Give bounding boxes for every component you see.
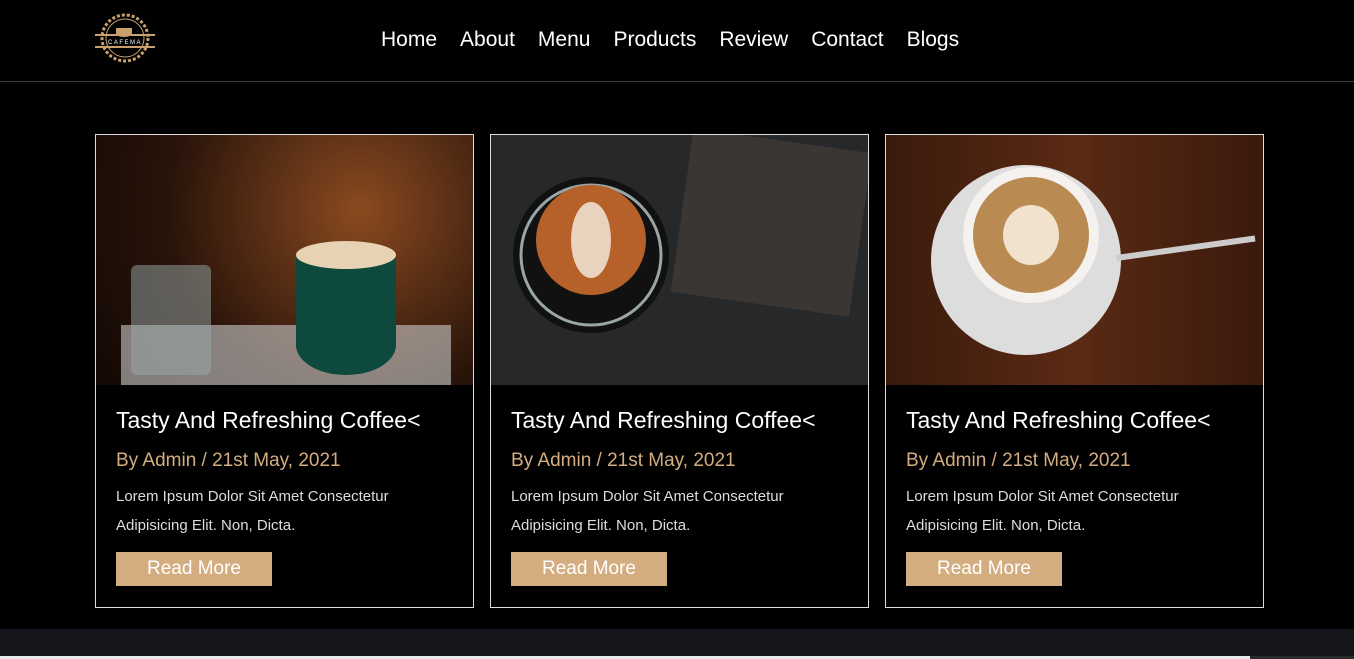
blog-description: Lorem Ipsum Dolor Sit Amet Consectetur A… bbox=[116, 488, 389, 534]
read-more-button[interactable]: Read More bbox=[511, 552, 667, 586]
footer-section bbox=[0, 629, 1354, 659]
svg-text:CAFEMA: CAFEMA bbox=[108, 40, 142, 46]
main-nav: Home About Menu Products Review Contact … bbox=[381, 28, 959, 52]
nav-contact[interactable]: Contact bbox=[811, 28, 883, 52]
nav-review[interactable]: Review bbox=[719, 28, 788, 52]
blog-card: Tasty And Refreshing Coffee< By Admin / … bbox=[490, 134, 869, 608]
nav-about[interactable]: About bbox=[460, 28, 515, 52]
nav-home[interactable]: Home bbox=[381, 28, 437, 52]
header: CAFEMA Home About Menu Products Review C… bbox=[0, 0, 1354, 82]
blog-title[interactable]: Tasty And Refreshing Coffee< bbox=[116, 407, 453, 434]
nav-blogs[interactable]: Blogs bbox=[907, 28, 960, 52]
nav-menu[interactable]: Menu bbox=[538, 28, 591, 52]
blog-cards: Tasty And Refreshing Coffee< By Admin / … bbox=[95, 134, 1264, 608]
blog-title[interactable]: Tasty And Refreshing Coffee< bbox=[906, 407, 1243, 434]
blog-card: Tasty And Refreshing Coffee< By Admin / … bbox=[885, 134, 1264, 608]
read-more-button[interactable]: Read More bbox=[116, 552, 272, 586]
blog-card: Tasty And Refreshing Coffee< By Admin / … bbox=[95, 134, 474, 608]
blog-meta: By Admin / 21st May, 2021 bbox=[906, 450, 1131, 471]
blog-description: Lorem Ipsum Dolor Sit Amet Consectetur A… bbox=[906, 488, 1179, 534]
blog-image-latte-art bbox=[491, 135, 868, 385]
blog-meta: By Admin / 21st May, 2021 bbox=[511, 450, 736, 471]
blog-description: Lorem Ipsum Dolor Sit Amet Consectetur A… bbox=[511, 488, 784, 534]
read-more-button[interactable]: Read More bbox=[906, 552, 1062, 586]
cafema-logo[interactable]: CAFEMA bbox=[94, 12, 156, 64]
blog-image-cappuccino-saucer bbox=[886, 135, 1263, 385]
blog-meta: By Admin / 21st May, 2021 bbox=[116, 450, 341, 471]
nav-products[interactable]: Products bbox=[613, 28, 696, 52]
blog-image-coffee-cup-on-tray bbox=[96, 135, 473, 385]
blog-title[interactable]: Tasty And Refreshing Coffee< bbox=[511, 407, 848, 434]
